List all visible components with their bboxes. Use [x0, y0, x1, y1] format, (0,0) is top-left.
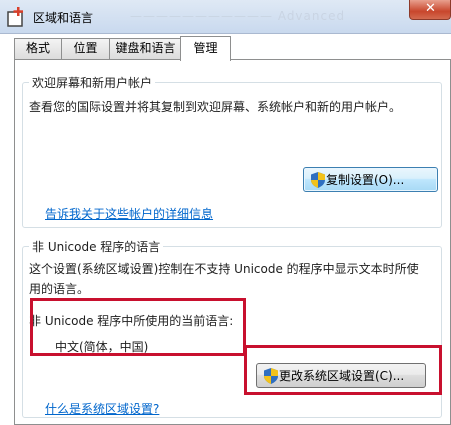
copy-settings-button[interactable]: 复制设置(O)... [303, 167, 438, 192]
title-bar: 区域和语言 ——————————— Advanced ✕ [0, 0, 451, 34]
non-unicode-description: 这个设置(系统区域设置)控制在不支持 Unicode 的程序中显示文本时所使 用… [29, 259, 439, 299]
close-button[interactable]: ✕ [409, 0, 451, 20]
highlight-change-locale-button [244, 345, 442, 395]
what-is-system-locale-link[interactable]: 什么是系统区域设置? [45, 400, 159, 417]
close-icon: ✕ [425, 1, 436, 16]
non-unicode-group-title: 非 Unicode 程序的语言 [29, 238, 164, 255]
window-title-ghost: ——————————— Advanced [130, 9, 346, 23]
tab-formats[interactable]: 格式 [14, 38, 62, 59]
tab-location[interactable]: 位置 [61, 38, 110, 59]
window-title: 区域和语言 [33, 11, 94, 25]
welcome-screen-group: 欢迎屏幕和新用户帐户 查看您的国际设置并将其复制到欢迎屏幕、系统帐户和新的用户帐… [22, 74, 442, 228]
copy-settings-label: 复制设置(O)... [326, 173, 405, 187]
welcome-accounts-link[interactable]: 告诉我关于这些帐户的详细信息 [45, 205, 213, 222]
non-unicode-description-line2: 用的语言。 [29, 282, 90, 296]
tab-administrative[interactable]: 管理 [180, 36, 231, 61]
welcome-description: 查看您的国际设置并将其复制到欢迎屏幕、系统帐户和新的用户帐户。 [29, 100, 402, 114]
uac-shield-icon [311, 172, 325, 188]
highlight-current-language [30, 298, 246, 356]
non-unicode-description-line1: 这个设置(系统区域设置)控制在不支持 Unicode 的程序中显示文本时所使 [29, 262, 419, 276]
tab-keyboards-languages[interactable]: 键盘和语言 [109, 38, 182, 59]
welcome-group-title: 欢迎屏幕和新用户帐户 [29, 74, 156, 91]
region-globe-icon [7, 7, 23, 27]
